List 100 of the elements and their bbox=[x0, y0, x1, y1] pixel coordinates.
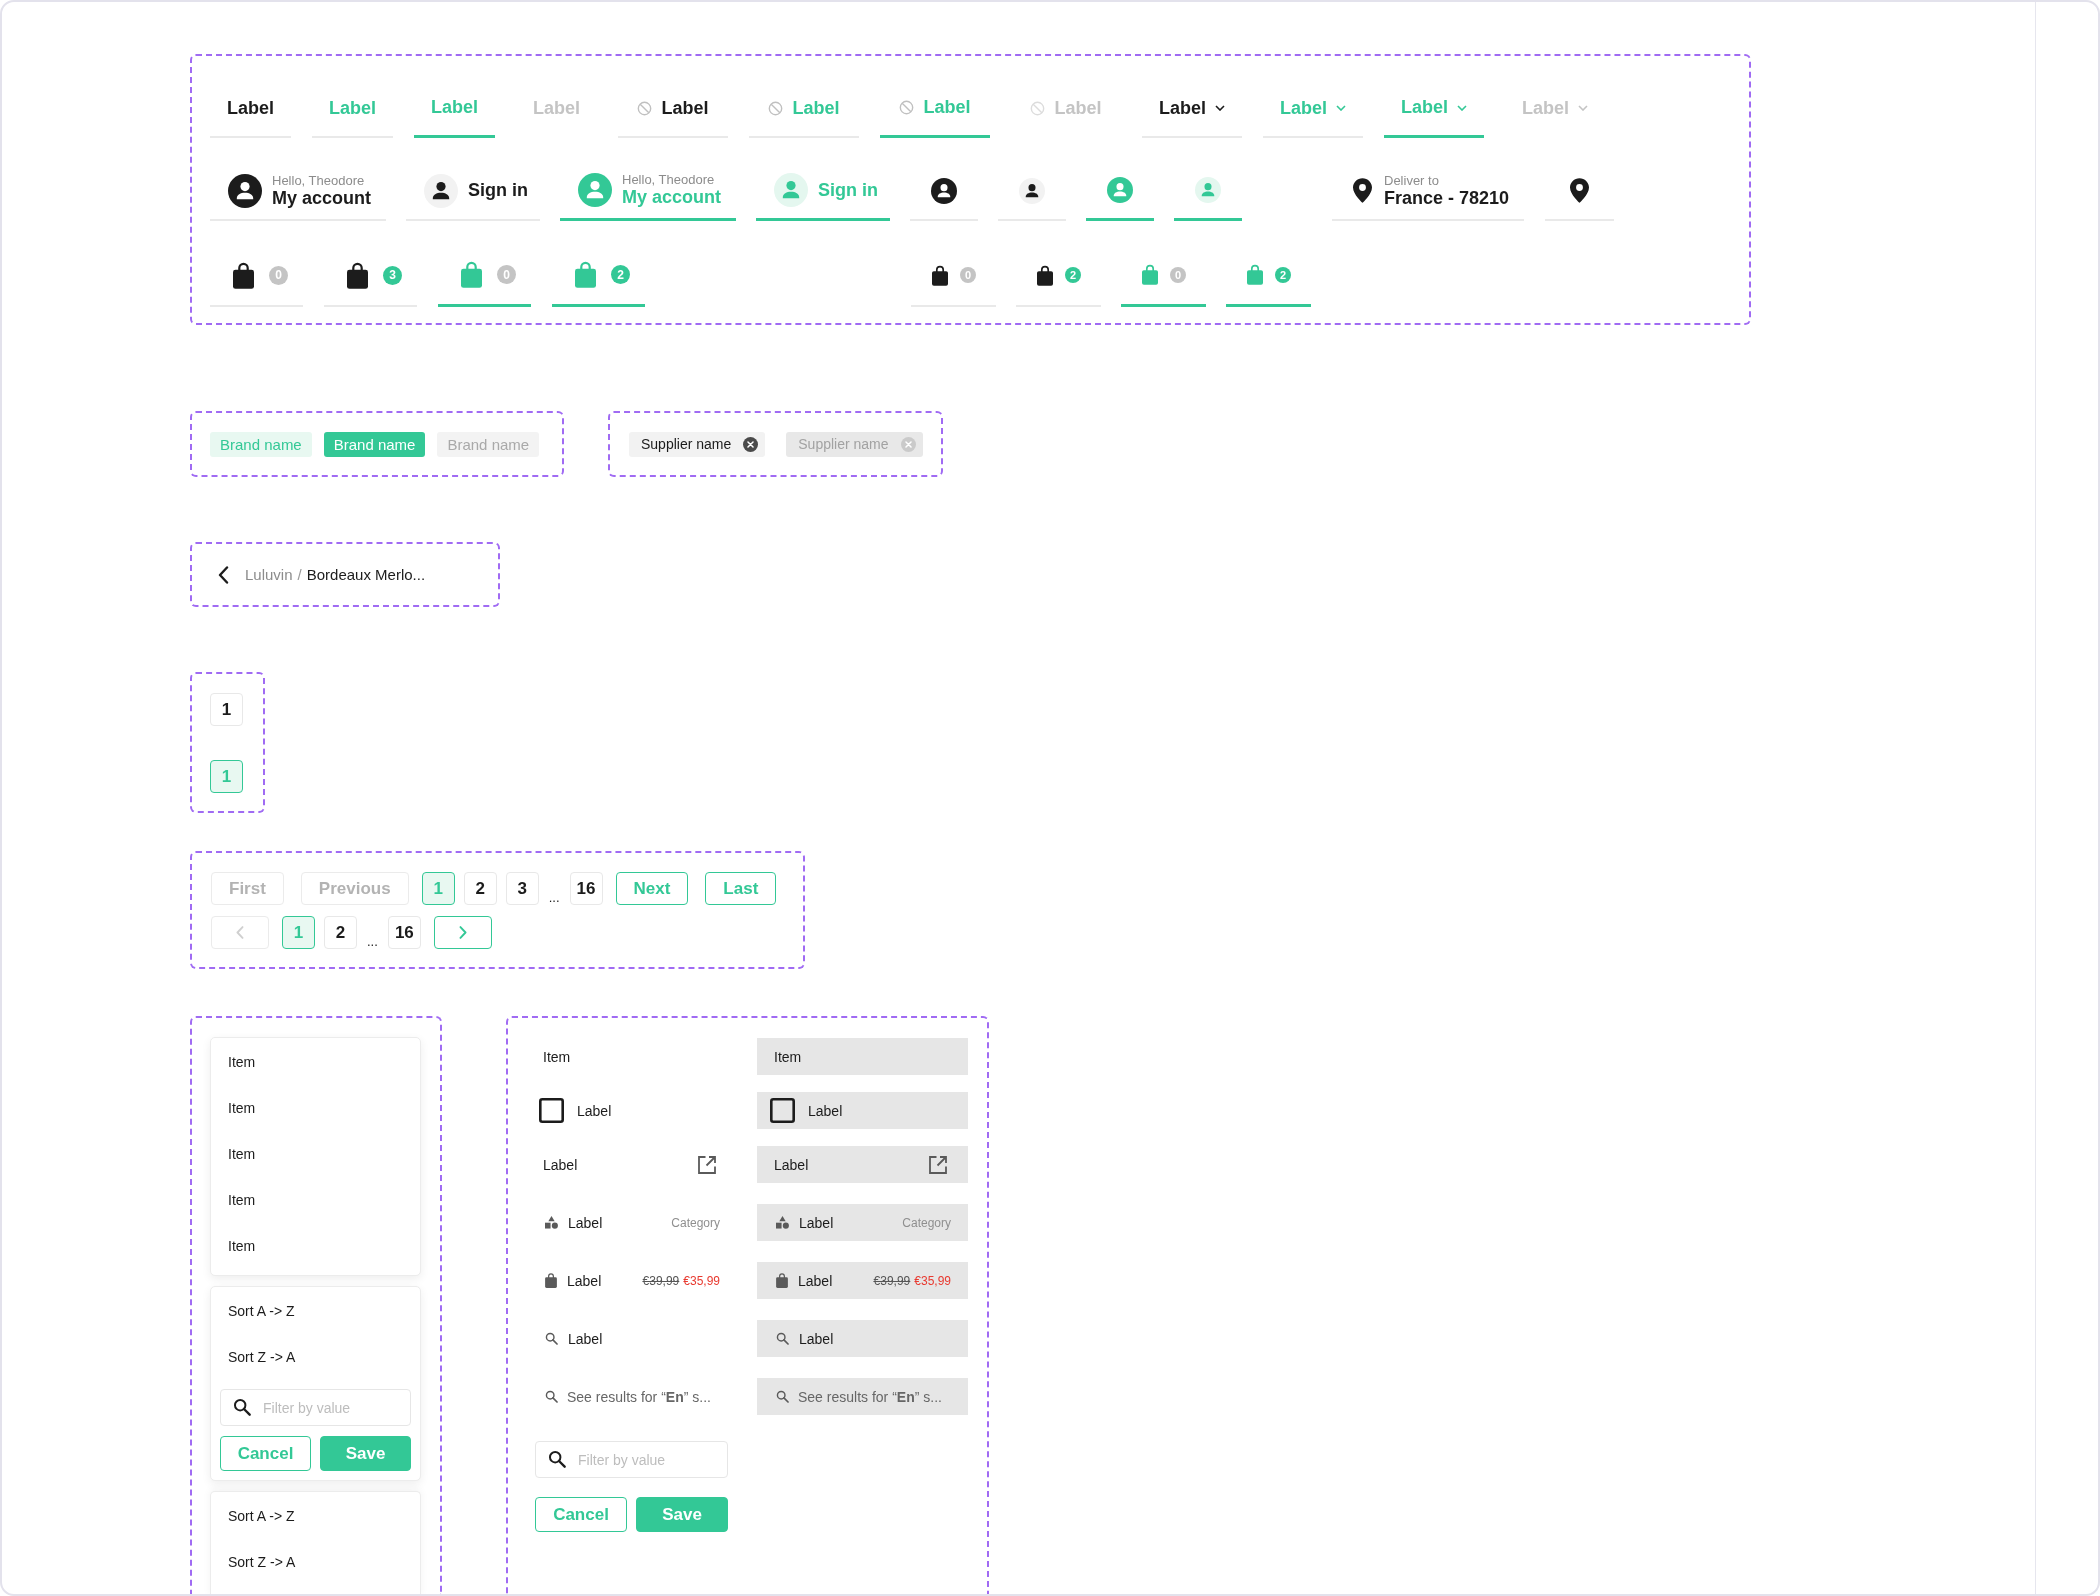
greeting-text: Hello, Theodore bbox=[272, 172, 365, 188]
close-icon[interactable] bbox=[743, 436, 759, 452]
menu-item[interactable]: Sort Z -> A bbox=[211, 1334, 420, 1380]
menu-item[interactable]: Sort A -> Z bbox=[211, 1288, 420, 1334]
chevron-left-icon bbox=[236, 926, 244, 939]
delivery-location-button[interactable]: Deliver to France - 78210 bbox=[1332, 162, 1524, 221]
search-icon bbox=[776, 1332, 789, 1345]
page-button[interactable]: 2 bbox=[463, 872, 497, 905]
tab[interactable]: Label bbox=[618, 86, 728, 138]
search-icon bbox=[545, 1332, 558, 1345]
user-icon bbox=[931, 177, 957, 204]
chevron-down-icon bbox=[1578, 105, 1588, 111]
page-button[interactable]: 1 bbox=[210, 693, 243, 726]
filter-field[interactable]: Filter by value bbox=[220, 1389, 411, 1426]
ellipsis-text: ... bbox=[547, 891, 561, 905]
menu-item[interactable]: Label bbox=[757, 1146, 968, 1183]
chevron-left-icon bbox=[217, 565, 229, 584]
menu-item[interactable]: Item bbox=[757, 1038, 968, 1075]
menu-item[interactable]: Item bbox=[211, 1131, 420, 1177]
external-link-icon bbox=[928, 1154, 948, 1175]
count-badge: 2 bbox=[611, 265, 630, 284]
menu-item[interactable]: Item bbox=[211, 1177, 420, 1223]
user-icon bbox=[578, 173, 612, 207]
tab[interactable]: Label bbox=[1142, 86, 1242, 138]
account-button[interactable]: Hello, Theodore My account bbox=[560, 162, 736, 221]
menu-item[interactable]: Item bbox=[211, 1085, 420, 1131]
account-button[interactable]: Hello, Theodore My account bbox=[210, 162, 386, 221]
tab[interactable]: Label bbox=[210, 86, 291, 138]
old-price: €39,99 bbox=[873, 1273, 911, 1288]
page-button[interactable]: 16 bbox=[569, 872, 603, 905]
checkbox[interactable] bbox=[539, 1098, 564, 1123]
breadcrumb-current: Bordeaux Merlo... bbox=[306, 566, 426, 583]
shopping-bag-icon bbox=[233, 261, 254, 289]
user-icon bbox=[1195, 177, 1221, 203]
shopping-bag-icon bbox=[347, 261, 368, 289]
search-icon bbox=[548, 1450, 566, 1468]
menu-item[interactable]: Item bbox=[211, 1223, 420, 1269]
count-badge: 0 bbox=[1170, 266, 1186, 283]
checkbox[interactable] bbox=[770, 1098, 795, 1123]
slashed-circle-icon bbox=[899, 100, 915, 115]
count-badge: 0 bbox=[497, 265, 516, 284]
chevron-down-icon bbox=[1457, 104, 1467, 111]
search-icon bbox=[776, 1390, 789, 1403]
supplier-chip: Supplier name bbox=[786, 431, 923, 457]
shopping-bag-icon bbox=[575, 261, 596, 288]
shopping-bag-icon bbox=[1142, 264, 1158, 285]
user-icon bbox=[228, 173, 262, 208]
ellipsis-text: ... bbox=[366, 935, 379, 949]
shapes-icon bbox=[776, 1216, 789, 1229]
menu-item[interactable]: Sort A -> Z bbox=[211, 1493, 420, 1539]
external-link-icon bbox=[697, 1154, 717, 1175]
count-badge: 0 bbox=[960, 267, 976, 283]
sale-price: €35,99 bbox=[683, 1273, 720, 1288]
menu-item[interactable]: Label bbox=[757, 1092, 968, 1129]
shopping-bag-icon bbox=[776, 1273, 788, 1288]
greeting-text: Hello, Theodore bbox=[622, 172, 715, 187]
slashed-circle-icon bbox=[1030, 100, 1046, 116]
search-icon bbox=[545, 1390, 558, 1403]
breadcrumb-link[interactable]: Luluvin bbox=[245, 566, 293, 583]
chevron-right-icon bbox=[458, 926, 467, 939]
count-badge: 3 bbox=[383, 265, 402, 285]
user-icon bbox=[424, 173, 458, 208]
page-button[interactable]: 16 bbox=[387, 916, 421, 949]
breadcrumb-separator: / bbox=[297, 566, 302, 583]
caption-text: Deliver to bbox=[1384, 172, 1439, 188]
menu-item[interactable]: See results for “En” s... bbox=[757, 1378, 968, 1415]
search-icon bbox=[233, 1398, 251, 1416]
sale-price: €35,99 bbox=[914, 1273, 951, 1288]
user-icon bbox=[1107, 177, 1133, 203]
shopping-bag-icon bbox=[461, 261, 482, 288]
shopping-bag-icon bbox=[545, 1273, 557, 1288]
count-badge: 0 bbox=[269, 265, 288, 285]
shopping-bag-icon bbox=[1037, 264, 1053, 286]
shapes-icon bbox=[545, 1216, 558, 1229]
map-pin-icon bbox=[1570, 178, 1589, 203]
chevron-down-icon bbox=[1336, 105, 1346, 111]
count-badge: 2 bbox=[1275, 266, 1291, 283]
user-icon bbox=[1019, 177, 1045, 204]
sign-in-button[interactable]: Sign in bbox=[406, 162, 540, 221]
map-pin-icon bbox=[1353, 178, 1372, 203]
old-price: €39,99 bbox=[642, 1273, 680, 1288]
slashed-circle-icon bbox=[637, 100, 653, 116]
shopping-bag-icon bbox=[1247, 264, 1263, 285]
supplier-chip: Supplier name bbox=[629, 431, 766, 457]
menu-item[interactable]: Label Category bbox=[757, 1204, 968, 1241]
menu-item[interactable]: Label €39,99 €35,99 bbox=[757, 1262, 968, 1299]
slashed-circle-icon bbox=[768, 100, 784, 116]
category-text: Category bbox=[902, 1215, 951, 1230]
filter-field[interactable]: Filter by value bbox=[535, 1441, 728, 1478]
count-badge: 2 bbox=[1065, 267, 1081, 283]
shopping-bag-icon bbox=[932, 264, 948, 286]
chevron-down-icon bbox=[1215, 105, 1225, 111]
menu-item[interactable]: Item bbox=[211, 1039, 420, 1085]
menu-item[interactable]: Label bbox=[757, 1320, 968, 1357]
menu-item[interactable]: Sort Z -> A bbox=[211, 1539, 420, 1585]
category-text: Category bbox=[671, 1215, 720, 1230]
page-button[interactable]: 2 bbox=[324, 916, 357, 949]
back-button[interactable] bbox=[216, 563, 230, 586]
user-icon bbox=[774, 173, 808, 207]
page-button[interactable]: 3 bbox=[505, 872, 539, 905]
